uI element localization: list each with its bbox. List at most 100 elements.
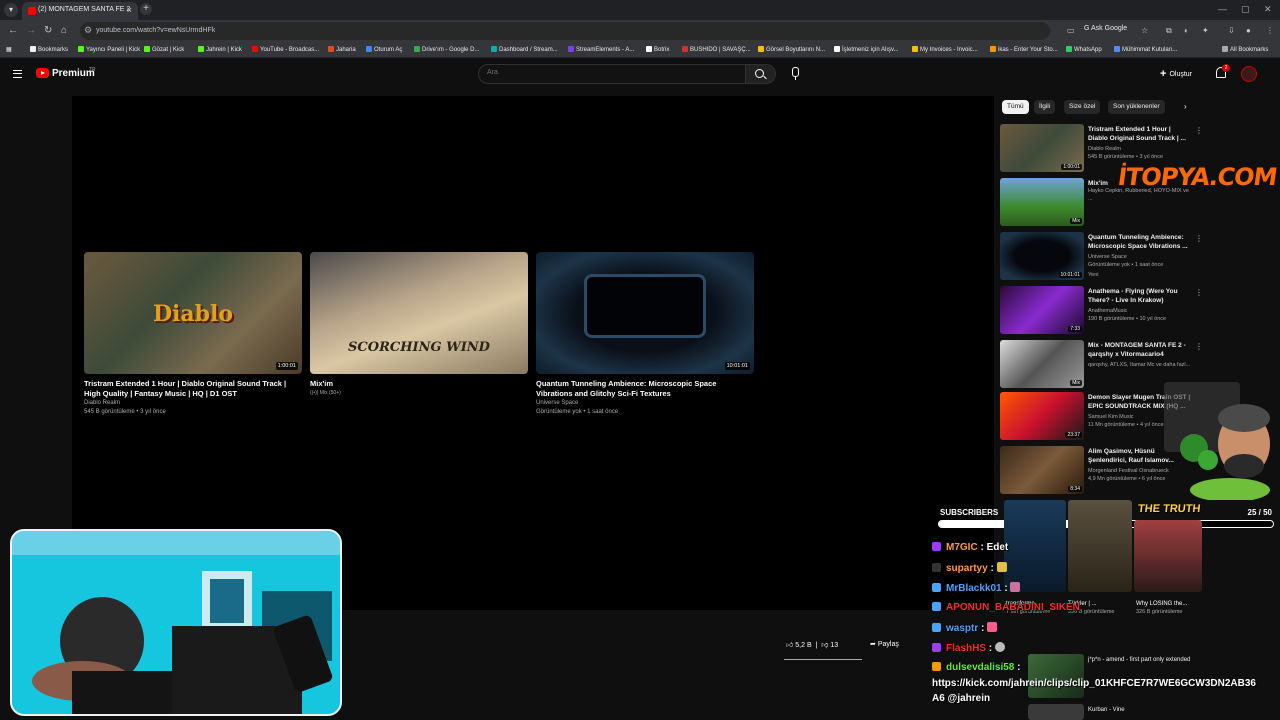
bookmark-item[interactable]: YouTube - Broadcas... <box>252 46 319 53</box>
dislike-count: 13 <box>830 642 839 649</box>
chat-badge-icon <box>932 662 941 671</box>
maximize-icon[interactable]: ▢ <box>1241 4 1250 15</box>
bookmark-item[interactable]: Görsel Boyutlarını N... <box>758 46 825 53</box>
rec-thumbnail[interactable]: 23:37 <box>1000 392 1084 440</box>
endscreen-video-1[interactable]: Diablo 1:00:01 Tristram Extended 1 Hour … <box>84 252 302 417</box>
bookmark-folder-icon <box>30 46 36 52</box>
bookmark-item[interactable]: İşletmeniz için Alışv... <box>834 46 899 53</box>
bookmark-item[interactable]: Gözat | Kick <box>144 46 184 53</box>
bookmark-item[interactable]: Jahrein | Kick <box>198 46 242 53</box>
rec-title[interactable]: Quantum Tunneling Ambience: Microscopic … <box>1088 234 1192 251</box>
more-options-icon[interactable]: ⋮ <box>1195 126 1203 135</box>
suggested-thumbnail[interactable] <box>1068 500 1132 592</box>
bookmark-item[interactable]: Mühimmat Kutuları... <box>1114 46 1177 53</box>
share-button[interactable]: ➦ Paylaş <box>870 640 916 654</box>
bookmark-item[interactable]: Yayıncı Paneli | Kick <box>78 46 140 53</box>
bottom-rec-title[interactable]: j*p*n - amend - first part only extended <box>1088 656 1208 664</box>
chat-link-message[interactable]: https://kick.com/jahrein/clips/clip_01KH… <box>932 676 1262 706</box>
site-icon <box>328 46 334 52</box>
chip-related[interactable]: İlgili <box>1034 100 1056 114</box>
close-tab-icon[interactable]: × <box>127 5 132 15</box>
reload-icon[interactable]: ↻ <box>44 25 52 36</box>
more-options-icon[interactable]: ⋮ <box>1195 234 1203 243</box>
forward-icon[interactable]: → <box>26 25 36 36</box>
bookmark-item[interactable]: My Invoices - Invoic... <box>912 46 978 53</box>
all-bookmarks[interactable]: All Bookmarks <box>1222 46 1268 53</box>
chat-badge-icon <box>932 542 941 551</box>
youtube-logo-icon[interactable] <box>36 68 49 78</box>
share-icon: ➦ <box>870 641 876 648</box>
bookmark-item[interactable]: BUSHIDO | SAVAŞÇ... <box>682 46 751 53</box>
rec-thumbnail[interactable]: Mix <box>1000 178 1084 226</box>
rec-channel[interactable]: Universe Space <box>1088 254 1192 262</box>
suggested-thumbnail[interactable] <box>1134 520 1202 592</box>
tab-search-button[interactable]: ▾ <box>4 3 18 17</box>
bookmark-item[interactable]: Oturum Aç <box>366 46 402 53</box>
search-input[interactable] <box>487 69 727 76</box>
bottom-rec-title[interactable]: Kurban - Vine <box>1088 707 1125 713</box>
rec-title[interactable]: Mix - MONTAGEM SANTA FE 2 - qarqshy x Vi… <box>1088 342 1192 359</box>
bookmark-item[interactable]: Botrix <box>646 46 669 53</box>
bookmark-star-icon[interactable]: ☆ <box>1141 26 1148 35</box>
rec-thumbnail[interactable]: 10:01:01 <box>1000 232 1084 280</box>
bookmark-item[interactable]: Dashboard / Stream... <box>491 46 558 53</box>
cast-icon[interactable]: ▭ <box>1067 26 1075 35</box>
recommendation-item[interactable]: 10:01:01 Quantum Tunneling Ambience: Mic… <box>1000 232 1206 282</box>
back-icon[interactable]: ← <box>8 25 18 36</box>
rec-title[interactable]: Anathema - Flying (Were You There? - Liv… <box>1088 288 1192 305</box>
endscreen-video-2[interactable]: SCORCHING WIND Mix'im ((•)) Mix (50+) <box>310 252 528 398</box>
rec-thumbnail[interactable]: 1:00:01 <box>1000 124 1084 172</box>
chat-message: dulsevdalisi58 : <box>932 662 1020 673</box>
bookmark-item[interactable]: Jaharia <box>328 46 356 53</box>
streamer-avatar-overlay <box>1160 382 1278 502</box>
mini-video-card[interactable]: Why LOSING the... 326 B görüntüleme <box>1136 600 1194 616</box>
endscreen-video-3[interactable]: 10:01:01 Quantum Tunneling Ambience: Mic… <box>536 252 754 417</box>
more-options-icon[interactable]: ⋮ <box>1195 288 1203 297</box>
downloads-icon[interactable]: ⇩ <box>1228 26 1235 35</box>
voice-search-icon[interactable] <box>786 65 804 83</box>
like-button[interactable]: 👍︎ 5,2 B | 👎︎ 13 <box>786 640 862 654</box>
home-icon[interactable]: ⌂ <box>61 25 67 36</box>
recommendation-item[interactable]: 7:33 Anathema - Flying (Were You There? … <box>1000 286 1206 336</box>
chip-all[interactable]: Tümü <box>1002 100 1029 114</box>
create-button[interactable]: + Oluştur <box>1160 68 1192 80</box>
dislike-icon[interactable]: 👎︎ <box>821 642 828 649</box>
endscreen-thumbnail[interactable]: Diablo 1:00:01 <box>84 252 302 374</box>
close-window-icon[interactable]: ✕ <box>1264 4 1272 15</box>
account-avatar[interactable] <box>1241 66 1257 82</box>
rec-channel[interactable]: AnathemaMusic <box>1088 308 1192 316</box>
guide-menu-icon[interactable] <box>13 70 22 78</box>
search-button[interactable] <box>746 64 776 84</box>
rec-title[interactable]: Tristram Extended 1 Hour | Diablo Origin… <box>1088 126 1192 143</box>
extensions-puzzle-icon[interactable]: ✦ <box>1202 26 1209 35</box>
rec-channel[interactable]: Diablo Realm <box>1088 146 1192 154</box>
new-tab-button[interactable]: + <box>140 3 152 15</box>
chip-recent[interactable]: Son yüklenenler <box>1108 100 1165 114</box>
bookmark-item[interactable]: ikas - Enter Your Sto... <box>990 46 1058 53</box>
minimize-icon[interactable]: — <box>1218 4 1227 14</box>
chip-for-you[interactable]: Size özel <box>1064 100 1101 114</box>
rec-thumbnail[interactable]: 8:34 <box>1000 446 1084 494</box>
rec-thumbnail[interactable]: 7:33 <box>1000 286 1084 334</box>
suggested-thumbnail[interactable] <box>1004 500 1066 592</box>
apps-icon[interactable]: ▦ <box>6 46 12 53</box>
browser-tab-active[interactable]: (2) MONTAGEM SANTA FE 2 × <box>22 2 138 20</box>
more-options-icon[interactable]: ⋮ <box>1195 342 1203 351</box>
bookmark-item[interactable]: Bookmarks <box>30 46 68 53</box>
endscreen-thumbnail[interactable]: SCORCHING WIND <box>310 252 528 374</box>
suggested-thumbnail[interactable] <box>1028 704 1084 720</box>
ask-google-button[interactable]: G Ask Google <box>1084 25 1127 32</box>
site-info-icon[interactable]: ⚙ <box>84 25 92 36</box>
profile-icon[interactable]: ● <box>1246 26 1251 35</box>
extension-icon[interactable]: ⧉ <box>1166 26 1172 36</box>
endscreen-meta: Görüntüleme yok • 1 saat önce <box>536 409 619 415</box>
extension-icon-2[interactable]: ◐ <box>1184 26 1189 35</box>
chevron-right-icon[interactable]: › <box>1184 102 1187 111</box>
rec-thumbnail[interactable]: Mix <box>1000 340 1084 388</box>
bookmark-item[interactable]: WhatsApp <box>1066 46 1102 53</box>
url-field[interactable]: ⚙ youtube.com/watch?v=ewNsUrmdHFk <box>80 22 1050 40</box>
endscreen-thumbnail[interactable]: 10:01:01 <box>536 252 754 374</box>
browser-menu-icon[interactable]: ⋮ <box>1266 26 1274 35</box>
bookmark-item[interactable]: StreamElements - A... <box>568 46 634 53</box>
bookmark-item[interactable]: Drive'ım - Google D... <box>414 46 480 53</box>
